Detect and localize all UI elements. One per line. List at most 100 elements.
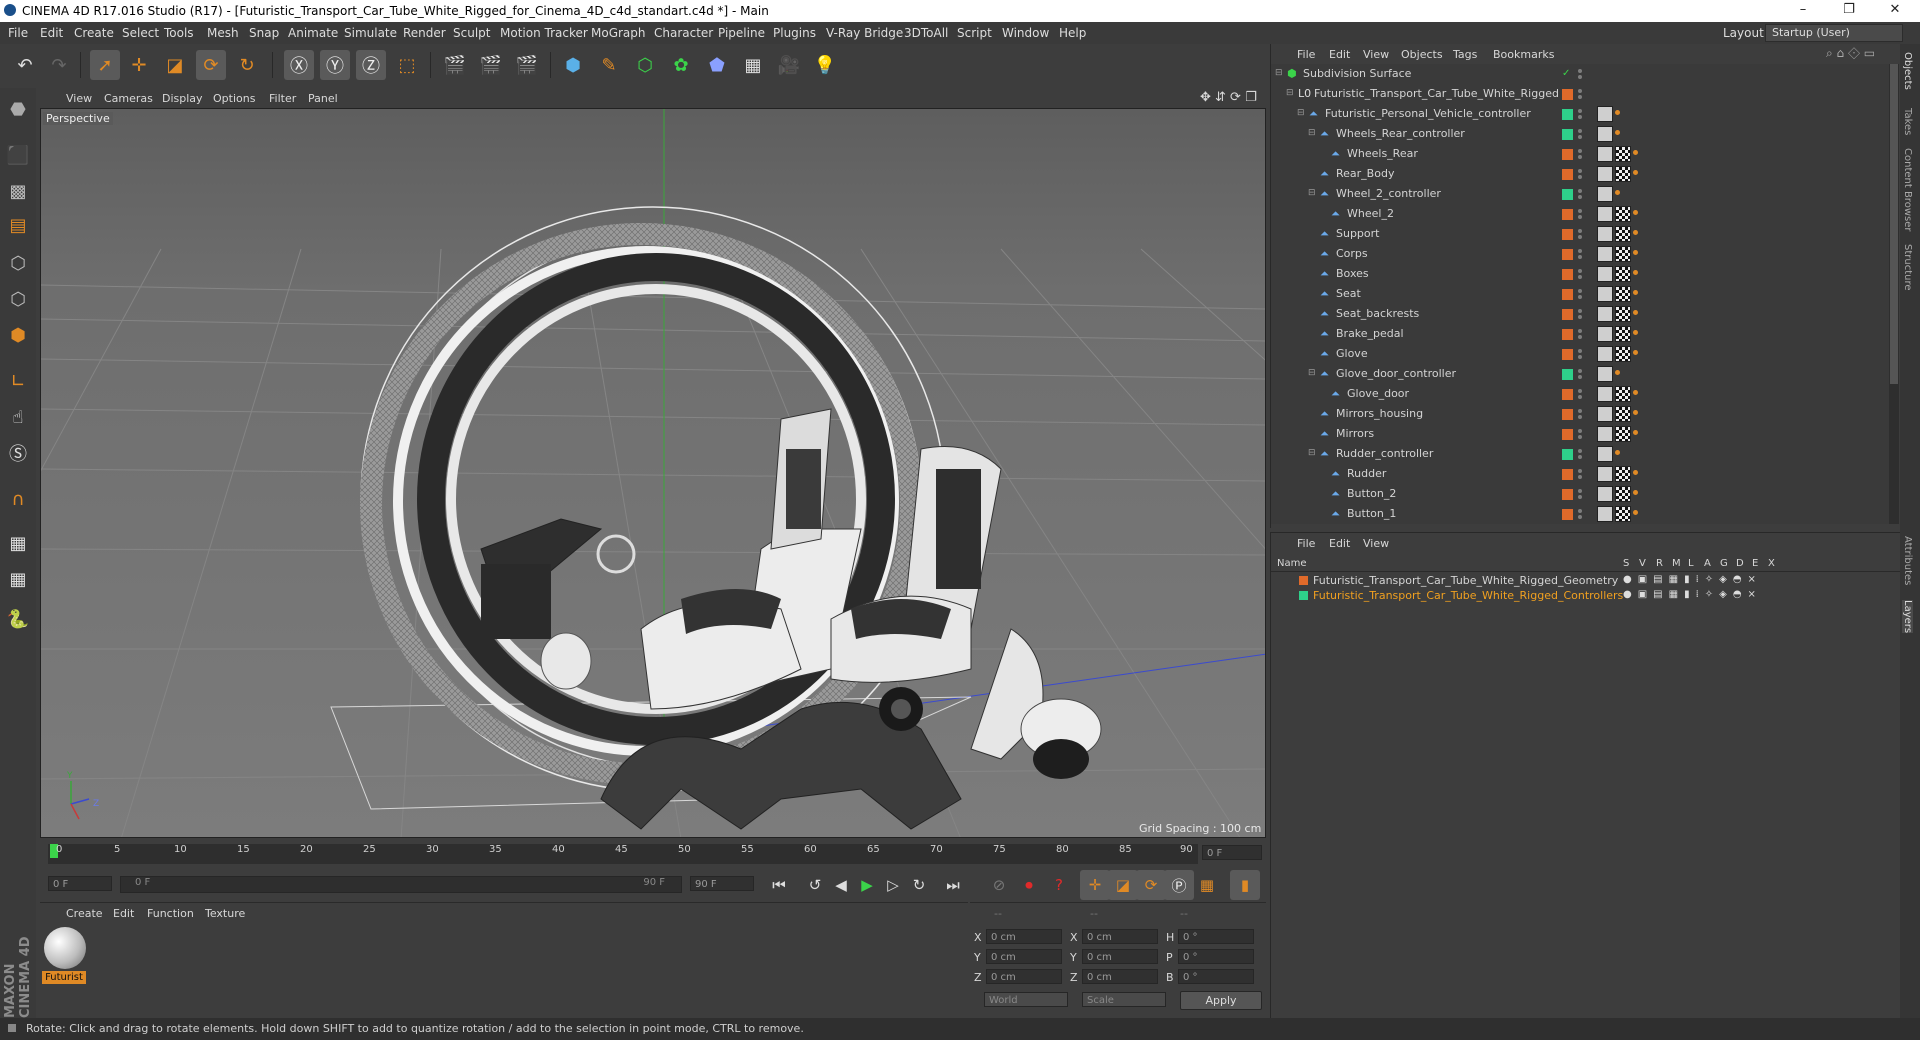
material-tag-icon[interactable] [1633, 170, 1638, 175]
restore-button[interactable]: ❐ [1826, 2, 1872, 17]
layer-color-swatch[interactable] [1562, 369, 1573, 380]
menu-render[interactable]: Render [403, 26, 446, 40]
texture-tag-icon[interactable] [1615, 266, 1631, 282]
object-menu-tags[interactable]: Tags [1453, 48, 1477, 61]
coord-pos-z-field[interactable]: 0 cm [986, 969, 1062, 984]
deformer-icon[interactable]: ⬟ [702, 50, 732, 80]
menu-script[interactable]: Script [957, 26, 992, 40]
object-tags[interactable] [1597, 366, 1620, 382]
object-menu-objects[interactable]: Objects [1401, 48, 1443, 61]
perspective-viewport[interactable]: Perspective Y Z Grid Spacing : 100 cm [40, 108, 1266, 838]
object-name[interactable]: Button_2 [1347, 487, 1396, 500]
layer-flag-icons[interactable]: ●▣▤▦▮⁞✧◈◓⨯ [1623, 574, 1762, 585]
light-icon[interactable]: 💡 [810, 50, 840, 80]
workplane-mode-icon[interactable]: ▤ [3, 210, 33, 240]
object-name[interactable]: Button_1 [1347, 507, 1396, 520]
layer-color-swatch[interactable] [1562, 389, 1573, 400]
tweak-mode-icon[interactable]: ☝ [3, 402, 33, 432]
layer-color-swatch[interactable] [1562, 149, 1573, 160]
record-keys-icon[interactable]: ⏺ [1014, 870, 1044, 900]
layer-col-g[interactable]: G [1720, 558, 1728, 569]
object-name[interactable]: Seat [1336, 287, 1361, 300]
menu-character[interactable]: Character [654, 26, 713, 40]
layer-col-l[interactable]: L [1688, 558, 1694, 569]
texture-tag-icon[interactable] [1615, 146, 1631, 162]
texture-tag-icon[interactable] [1615, 226, 1631, 242]
material-menu-function[interactable]: Function [147, 907, 194, 920]
object-name[interactable]: Mirrors_housing [1336, 407, 1423, 420]
floor-scene-icon[interactable]: ▦ [738, 50, 768, 80]
visibility-dots[interactable] [1577, 227, 1583, 241]
object-row[interactable]: ⏶ Button_2 [1271, 484, 1889, 504]
layer-color-swatch[interactable] [1562, 509, 1573, 520]
menu-window[interactable]: Window [1002, 26, 1049, 40]
display-tag-icon[interactable] [1597, 126, 1613, 142]
object-tags[interactable] [1597, 326, 1638, 342]
layer-color-swatch[interactable] [1562, 269, 1573, 280]
object-row[interactable]: ⊟ ⏶ Glove_door_controller [1271, 364, 1889, 384]
python-icon[interactable]: 🐍 [3, 604, 33, 634]
material-tag-icon[interactable] [1633, 390, 1638, 395]
layer-color-swatch[interactable] [1562, 209, 1573, 220]
camera-icon[interactable]: 🎥 [774, 50, 804, 80]
go-to-start-icon[interactable]: ⏮ [764, 870, 794, 900]
object-tags[interactable] [1597, 386, 1638, 402]
display-tag-icon[interactable] [1597, 306, 1613, 322]
layout-select[interactable]: Startup (User) [1765, 24, 1903, 42]
layer-col-d[interactable]: D [1736, 558, 1744, 569]
display-tag-icon[interactable] [1597, 266, 1613, 282]
layer-color-swatch[interactable] [1562, 329, 1573, 340]
visibility-dots[interactable] [1577, 67, 1583, 81]
object-row[interactable]: ⏶ Wheels_Rear [1271, 144, 1889, 164]
y-axis-lock-icon[interactable]: Ⓨ [320, 50, 350, 80]
menu-pipeline[interactable]: Pipeline [718, 26, 765, 40]
visibility-dots[interactable] [1577, 187, 1583, 201]
key-parameter-icon[interactable]: Ⓟ [1164, 870, 1194, 900]
menu-mesh[interactable]: Mesh [207, 26, 239, 40]
cube-primitive-icon[interactable]: ⬢ [558, 50, 588, 80]
object-name[interactable]: Support [1336, 227, 1379, 240]
visibility-dots[interactable] [1577, 247, 1583, 261]
object-name[interactable]: Glove [1336, 347, 1368, 360]
material-tag-icon[interactable] [1633, 490, 1638, 495]
next-keyframe-icon[interactable]: ↻ [904, 870, 934, 900]
object-name[interactable]: Corps [1336, 247, 1368, 260]
display-tag-icon[interactable] [1597, 186, 1613, 202]
layer-menu-file[interactable]: File [1297, 537, 1315, 550]
coordinate-system-icon[interactable]: ⬚ [392, 50, 422, 80]
pen-spline-icon[interactable]: ✎ [594, 50, 624, 80]
layer-color-swatch[interactable] [1562, 449, 1573, 460]
tab-layers[interactable]: Layers [1902, 600, 1913, 634]
start-frame-field[interactable]: 0 F [48, 876, 112, 891]
display-tag-icon[interactable] [1597, 366, 1613, 382]
object-row[interactable]: ⏶ Seat [1271, 284, 1889, 304]
texture-tag-icon[interactable] [1615, 426, 1631, 442]
layer-color-swatch[interactable] [1562, 189, 1573, 200]
expand-toggle-icon[interactable]: ⊟ [1286, 88, 1294, 98]
object-tags[interactable] [1597, 306, 1638, 322]
layer-row[interactable]: Futuristic_Transport_Car_Tube_White_Rigg… [1271, 588, 1901, 603]
object-row[interactable]: ⊟ ⬢ Subdivision Surface ✓ [1271, 64, 1889, 84]
layer-color-swatch[interactable] [1562, 129, 1573, 140]
select-tool-icon[interactable]: ➚ [90, 50, 120, 80]
menu-simulate[interactable]: Simulate [344, 26, 397, 40]
display-tag-icon[interactable] [1597, 506, 1613, 522]
material-tag-icon[interactable] [1633, 410, 1638, 415]
object-row[interactable]: ⏶ Rear_Body [1271, 164, 1889, 184]
visibility-dots[interactable] [1577, 267, 1583, 281]
viewport-scene[interactable] [41, 109, 1266, 838]
object-row[interactable]: ⊟ L0 Futuristic_Transport_Car_Tube_White_R… [1271, 84, 1889, 104]
visibility-dots[interactable] [1577, 307, 1583, 321]
menu-file[interactable]: File [8, 26, 28, 40]
material-tag-icon[interactable] [1633, 350, 1638, 355]
layer-menu-edit[interactable]: Edit [1329, 537, 1350, 550]
z-axis-lock-icon[interactable]: Ⓩ [356, 50, 386, 80]
coord-mode-select[interactable]: World [984, 992, 1068, 1007]
material-tag-icon[interactable] [1633, 510, 1638, 515]
object-tags[interactable] [1597, 406, 1638, 422]
texture-tag-icon[interactable] [1615, 486, 1631, 502]
end-frame-field[interactable]: 90 F [690, 876, 754, 891]
snapping-icon[interactable]: Ⓢ [3, 438, 33, 468]
object-row[interactable]: ⊟ ⏶ Wheels_Rear_controller [1271, 124, 1889, 144]
expand-toggle-icon[interactable]: ⊟ [1308, 448, 1316, 458]
